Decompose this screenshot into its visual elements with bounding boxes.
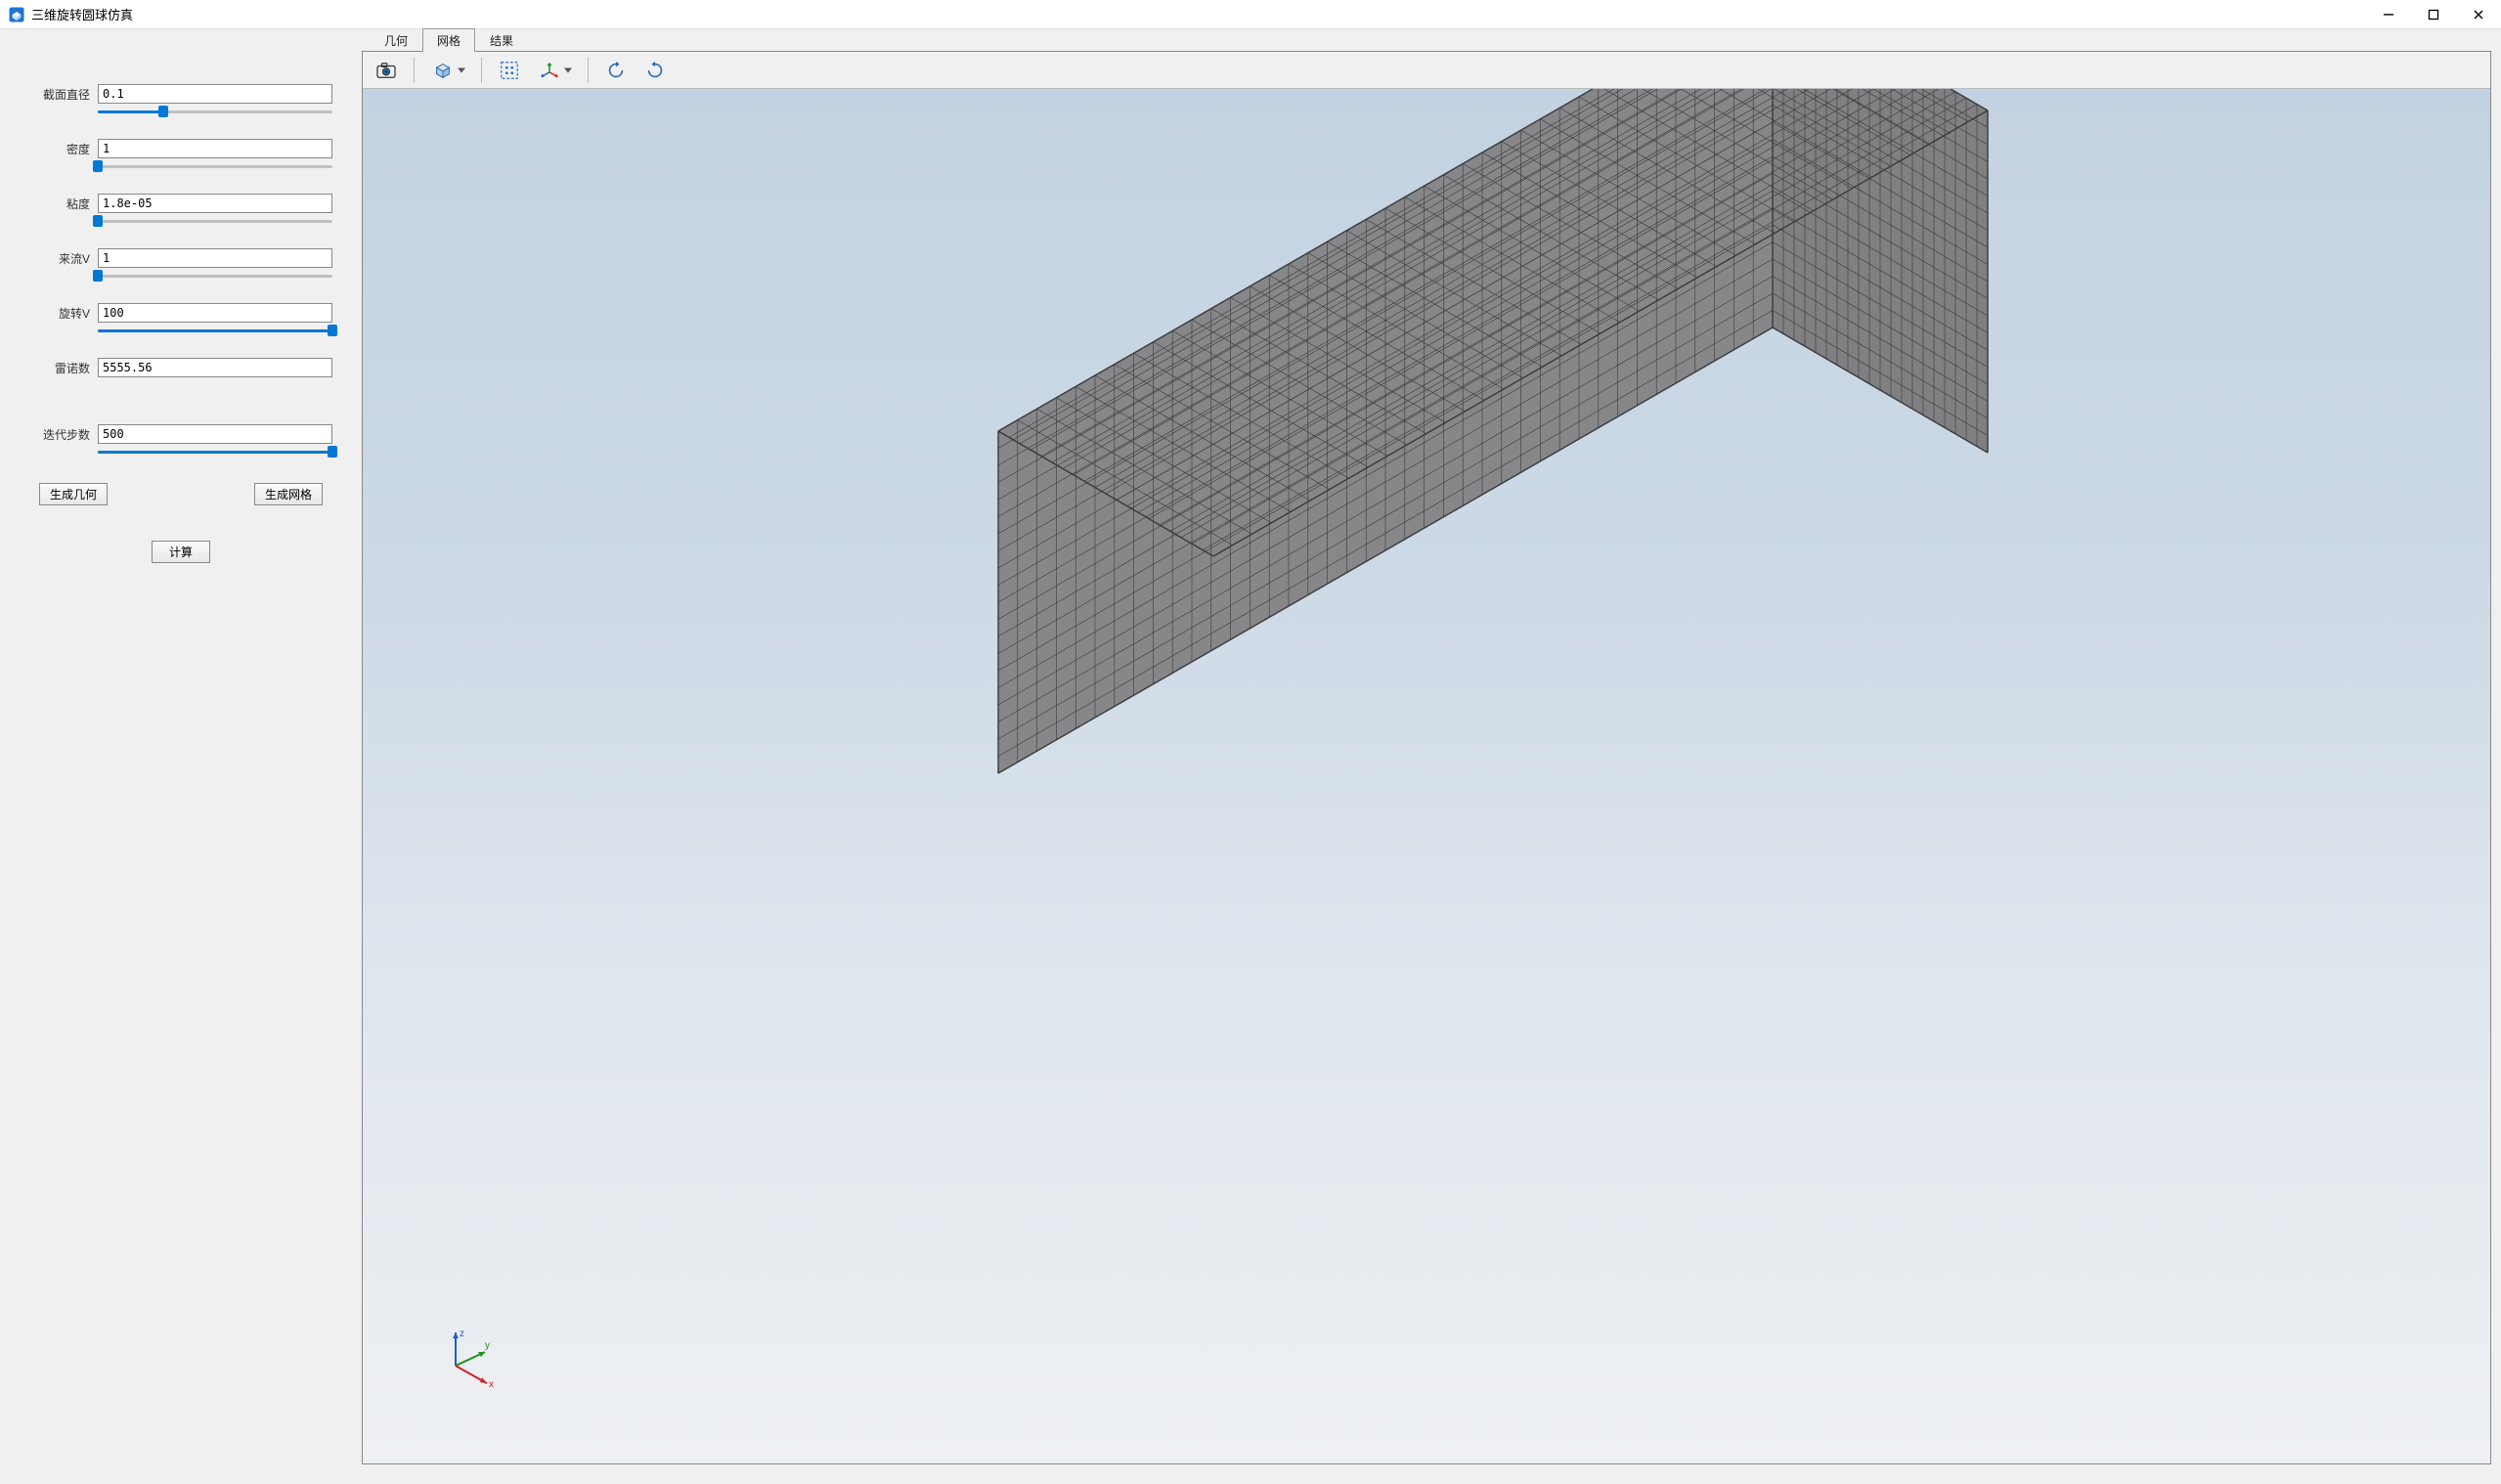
close-button[interactable]	[2456, 0, 2501, 29]
svg-text:y: y	[485, 1340, 490, 1351]
app-icon	[8, 6, 25, 23]
param-row: 截面直径	[29, 84, 332, 104]
param-label: 截面直径	[29, 86, 98, 103]
param-row: 旋转V	[29, 303, 332, 323]
viewport-3d[interactable]: z y x	[363, 89, 2490, 1463]
dropdown-caret-icon	[458, 67, 465, 72]
param-row: 雷诺数	[29, 358, 332, 377]
fit-view-button[interactable]	[494, 56, 525, 85]
toolbar-separator	[481, 58, 482, 83]
tab-0[interactable]: 几何	[370, 28, 422, 52]
param-input[interactable]	[98, 248, 332, 268]
param-input[interactable]	[98, 194, 332, 213]
param-label: 迭代步数	[29, 426, 98, 443]
param-slider[interactable]	[29, 217, 332, 225]
param-row: 来流V	[29, 248, 332, 268]
parameters-panel: 截面直径密度粘度来流V 旋转V 雷诺数迭代步数生成几何 生成网格计算	[0, 29, 362, 1484]
viewport-toolbar	[363, 52, 2490, 89]
param-row: 粘度	[29, 194, 332, 213]
viewport-frame: z y x	[362, 51, 2491, 1464]
param-slider[interactable]	[29, 448, 332, 456]
param-label: 雷诺数	[29, 360, 98, 376]
calculate-button[interactable]: 计算	[152, 541, 210, 563]
param-slider[interactable]	[29, 272, 332, 280]
generate-geometry-button[interactable]: 生成几何	[39, 483, 108, 505]
param-input[interactable]	[98, 139, 332, 158]
param-row: 迭代步数	[29, 424, 332, 444]
param-label: 密度	[29, 141, 98, 157]
tab-bar: 几何网格结果	[362, 29, 2491, 51]
dropdown-caret-icon	[564, 67, 572, 72]
maximize-button[interactable]	[2411, 0, 2456, 29]
param-slider[interactable]	[29, 327, 332, 334]
rotate-cw-button[interactable]	[639, 56, 671, 85]
svg-text:x: x	[489, 1379, 494, 1390]
tab-2[interactable]: 结果	[475, 28, 528, 52]
svg-text:z: z	[460, 1329, 464, 1339]
tab-1[interactable]: 网格	[422, 28, 475, 52]
param-input[interactable]	[98, 358, 332, 377]
axes-button[interactable]	[533, 56, 576, 85]
param-input[interactable]	[98, 424, 332, 444]
toolbar-separator	[588, 58, 589, 83]
param-slider[interactable]	[29, 108, 332, 115]
generate-mesh-button[interactable]: 生成网格	[254, 483, 323, 505]
minimize-button[interactable]	[2366, 0, 2411, 29]
window-title: 三维旋转圆球仿真	[31, 5, 133, 23]
mesh-render	[363, 89, 2490, 1463]
param-input[interactable]	[98, 84, 332, 104]
titlebar: 三维旋转圆球仿真	[0, 0, 2501, 29]
param-label: 来流V	[29, 250, 98, 267]
param-label: 粘度	[29, 196, 98, 212]
param-row: 密度	[29, 139, 332, 158]
camera-button[interactable]	[371, 56, 402, 85]
param-input[interactable]	[98, 303, 332, 323]
toolbar-separator	[414, 58, 415, 83]
param-slider[interactable]	[29, 162, 332, 170]
viewcube-button[interactable]	[426, 56, 469, 85]
param-label: 旋转V	[29, 305, 98, 322]
axis-triad: z y x	[436, 1322, 505, 1390]
rotate-ccw-button[interactable]	[600, 56, 632, 85]
